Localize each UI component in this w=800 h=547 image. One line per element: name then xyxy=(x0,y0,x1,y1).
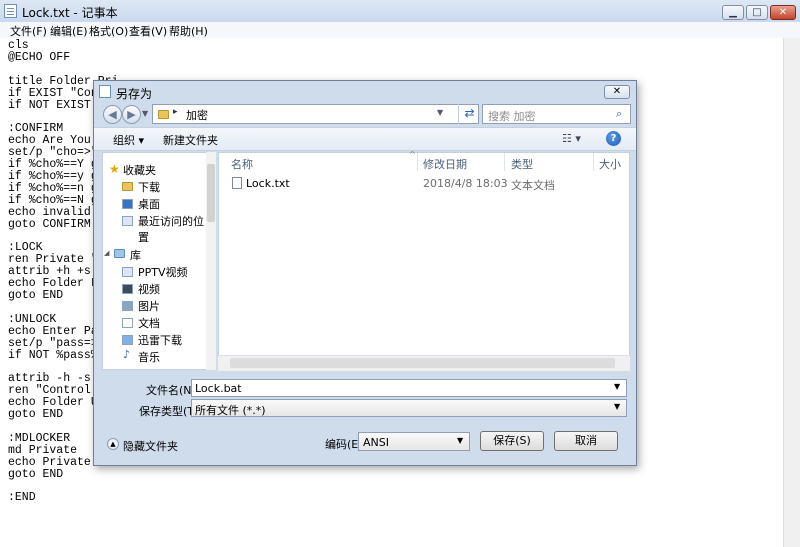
nav-desktop[interactable]: 桌面 xyxy=(138,196,160,212)
text-line: :END xyxy=(8,491,36,505)
file-date: 2018/4/8 18:03 xyxy=(423,177,508,190)
nav-downloads[interactable]: 下载 xyxy=(138,179,160,195)
nav-pptv[interactable]: PPTV视频 xyxy=(138,264,188,280)
address-bar[interactable]: ▸ 加密 ▼ xyxy=(152,104,479,124)
save-button[interactable]: 保存(S) xyxy=(480,431,544,451)
expand-icon[interactable]: ◢ xyxy=(104,249,109,257)
organize-button[interactable]: 组织 ▾ xyxy=(113,132,144,148)
horizontal-scroll-thumb[interactable] xyxy=(230,358,615,368)
chevron-down-icon[interactable]: ▼ xyxy=(614,402,620,411)
documents-icon xyxy=(122,318,133,328)
dialog-title-bar: 另存为 ✕ xyxy=(94,81,636,102)
maximize-button[interactable]: □ xyxy=(746,5,768,20)
sort-indicator-icon: ^ xyxy=(409,150,416,159)
forward-button[interactable]: ▶ xyxy=(122,105,141,124)
save-type-value: 所有文件 (*.*) xyxy=(195,404,266,417)
history-dropdown-icon[interactable]: ▼ xyxy=(142,109,148,118)
text-line xyxy=(8,64,768,76)
text-line: cls xyxy=(8,39,29,52)
column-date[interactable]: 修改日期 xyxy=(423,156,467,172)
nav-recent[interactable]: 最近访问的位置 xyxy=(138,213,206,245)
chevron-down-icon[interactable]: ▼ xyxy=(614,382,620,391)
downloads-folder-icon xyxy=(122,182,133,191)
filename-field[interactable]: Lock.bat ▼ xyxy=(191,379,627,397)
save-type-select[interactable]: 所有文件 (*.*) ▼ xyxy=(191,399,627,417)
chevron-up-icon[interactable]: ▲ xyxy=(107,438,119,450)
video-icon xyxy=(122,284,133,294)
close-button[interactable]: ✕ xyxy=(770,5,796,20)
menu-edit[interactable]: 编辑(E) xyxy=(50,23,88,39)
menu-help[interactable]: 帮助(H) xyxy=(169,23,208,39)
horizontal-scrollbar[interactable] xyxy=(218,355,630,371)
encoding-value: ANSI xyxy=(363,436,389,449)
navigation-pane: ★ 收藏夹 下载 桌面 最近访问的位置 ◢ 库 PPTV视频 视频 图片 文档 … xyxy=(102,152,207,370)
view-options-icon[interactable]: ☷ ▾ xyxy=(562,132,581,145)
file-name[interactable]: Lock.txt xyxy=(246,177,290,190)
nav-thunder[interactable]: 迅雷下载 xyxy=(138,332,182,348)
vertical-scrollbar[interactable] xyxy=(783,38,800,547)
text-file-icon xyxy=(232,177,242,189)
column-size[interactable]: 大小 xyxy=(599,156,621,172)
new-folder-button[interactable]: 新建文件夹 xyxy=(163,132,218,148)
column-separator xyxy=(504,153,505,171)
pictures-icon xyxy=(122,301,133,311)
search-input[interactable]: 搜索 加密 ⌕ xyxy=(482,104,631,124)
minimize-button[interactable]: ▁ xyxy=(722,5,744,20)
dialog-close-button[interactable]: ✕ xyxy=(604,85,630,99)
filename-value: Lock.bat xyxy=(195,382,242,395)
cancel-button[interactable]: 取消 xyxy=(554,431,618,451)
refresh-icon[interactable]: ⇄ xyxy=(458,104,480,124)
back-button[interactable]: ◀ xyxy=(103,105,122,124)
hide-folders-toggle[interactable]: 隐藏文件夹 xyxy=(123,438,178,454)
nav-documents[interactable]: 文档 xyxy=(138,315,160,331)
window-title: Lock.txt - 记事本 xyxy=(22,6,118,20)
column-name[interactable]: 名称 xyxy=(231,156,253,172)
chevron-right-icon: ▸ xyxy=(173,107,178,117)
pptv-icon xyxy=(122,267,133,277)
menu-view[interactable]: 查看(V) xyxy=(129,23,167,39)
nav-library[interactable]: 库 xyxy=(130,247,141,263)
menu-format[interactable]: 格式(O) xyxy=(89,23,128,39)
dialog-toolbar: 组织 ▾ 新建文件夹 ☷ ▾ ? xyxy=(94,127,636,151)
search-placeholder: 搜索 加密 xyxy=(488,110,536,123)
column-type[interactable]: 类型 xyxy=(511,156,533,172)
library-icon xyxy=(114,249,125,258)
nav-music[interactable]: 音乐 xyxy=(138,349,160,365)
nav-scroll-thumb[interactable] xyxy=(207,164,215,222)
folder-icon xyxy=(158,110,169,119)
nav-scrollbar[interactable] xyxy=(206,152,216,370)
star-icon: ★ xyxy=(109,162,120,176)
address-segment[interactable]: 加密 xyxy=(186,107,208,123)
menu-bar: 文件(F) 编辑(E) 格式(O) 查看(V) 帮助(H) xyxy=(0,22,800,38)
encoding-select[interactable]: ANSI ▼ xyxy=(358,432,470,451)
nav-pictures[interactable]: 图片 xyxy=(138,298,160,314)
dialog-title: 另存为 xyxy=(116,87,153,101)
notepad-title-bar: Lock.txt - 记事本 ▁ □ ✕ xyxy=(0,0,800,23)
column-separator xyxy=(593,153,594,171)
nav-video[interactable]: 视频 xyxy=(138,281,160,297)
column-separator xyxy=(417,153,418,171)
save-as-dialog: 另存为 ✕ ◀ ▶ ▼ ▸ 加密 ▼ ⇄ 搜索 加密 ⌕ 组织 ▾ 新建文件夹 … xyxy=(93,80,637,466)
text-line: goto END xyxy=(8,467,64,481)
desktop-icon xyxy=(122,199,133,209)
file-type: 文本文档 xyxy=(511,179,555,192)
thunder-download-icon xyxy=(122,335,133,345)
dialog-icon xyxy=(99,85,111,98)
notepad-icon xyxy=(4,4,17,18)
music-icon: ♪ xyxy=(123,348,131,361)
chevron-down-icon[interactable]: ▼ xyxy=(437,108,443,117)
text-line xyxy=(8,481,768,493)
menu-file[interactable]: 文件(F) xyxy=(10,23,47,39)
help-icon[interactable]: ? xyxy=(606,131,621,146)
recent-places-icon xyxy=(122,216,133,226)
search-icon: ⌕ xyxy=(616,107,623,120)
text-line: @ECHO OFF xyxy=(8,50,71,64)
chevron-down-icon[interactable]: ▼ xyxy=(457,436,463,445)
file-list: ^ 名称 修改日期 类型 大小 Lock.txt 2018/4/8 18:03 … xyxy=(218,150,630,370)
nav-favorites[interactable]: 收藏夹 xyxy=(123,162,156,178)
